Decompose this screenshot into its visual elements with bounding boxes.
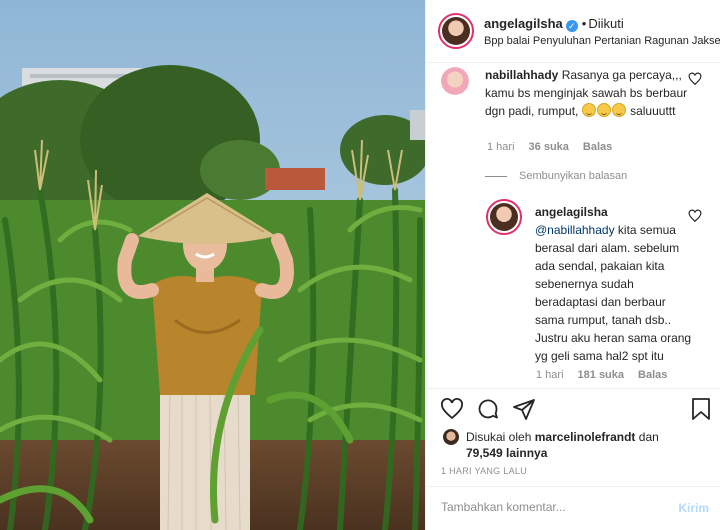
reply-time[interactable]: 1 hari: [536, 369, 564, 381]
post-detail-panel: angelagilsha ✓ • Diikuti Bpp balai Penyuluh…: [425, 0, 720, 530]
comment-body: nabillahhady Rasanya ga percaya,,, kamu …: [485, 66, 690, 120]
reply-like-heart-icon[interactable]: [688, 209, 702, 223]
reply-like-count[interactable]: 181 suka: [578, 369, 624, 381]
heart-icon[interactable]: [440, 397, 464, 421]
verified-badge-icon: ✓: [565, 20, 578, 32]
cornfield-photo: [0, 0, 425, 530]
comment-text-suffix: saluuuttt: [630, 104, 676, 118]
hide-replies-button[interactable]: Sembunyikan balasan: [485, 170, 627, 182]
likes-summary: Disukai oleh marcelinolefrandt dan 79,54…: [466, 429, 706, 461]
reply-mention-link[interactable]: @nabillahhady: [535, 223, 615, 237]
post-photo[interactable]: [0, 0, 425, 530]
post-location[interactable]: Bpp balai Penyuluhan Pertanian Ragunan J…: [484, 35, 720, 47]
smiling-emoji-icon: [581, 103, 596, 117]
post-comment-button[interactable]: Kirim: [678, 501, 709, 515]
comment-icon[interactable]: [476, 397, 500, 421]
separator-dot: •: [581, 16, 587, 31]
post-header: angelagilsha ✓ • Diikuti Bpp balai Penyuluh…: [426, 0, 720, 63]
follow-status-button[interactable]: Diikuti: [588, 16, 623, 31]
comment-input[interactable]: [441, 500, 661, 514]
smiling-emoji-icon: [611, 103, 626, 117]
smiling-emoji-icon: [596, 103, 611, 117]
comment-like-count[interactable]: 36 suka: [529, 141, 569, 153]
commenter-avatar[interactable]: [441, 67, 469, 95]
liker-username[interactable]: marcelinolefrandt: [535, 430, 636, 444]
hide-replies-label: Sembunyikan balasan: [519, 170, 628, 182]
author-avatar[interactable]: [438, 13, 474, 49]
author-username[interactable]: angelagilsha: [484, 16, 563, 31]
likes-others-count[interactable]: 79,549 lainnya: [466, 446, 547, 460]
likes-prefix: Disukai oleh: [466, 430, 532, 444]
reply-author-avatar[interactable]: [486, 199, 522, 235]
comment-like-heart-icon[interactable]: [688, 72, 702, 86]
reply-reply-button[interactable]: Balas: [638, 369, 667, 381]
comment-meta: 1 hari 36 suka Balas: [487, 141, 626, 153]
comments-section[interactable]: nabillahhady Rasanya ga percaya,,, kamu …: [426, 64, 720, 388]
comment-username[interactable]: nabillahhady: [485, 68, 558, 82]
post-date[interactable]: 1 HARI YANG LALU: [441, 466, 527, 476]
reply-button[interactable]: Balas: [583, 141, 612, 153]
comment-box: Kirim: [426, 486, 720, 530]
reply-username[interactable]: angelagilsha: [535, 205, 608, 219]
liker-avatar[interactable]: [443, 429, 459, 445]
post-actions: Disukai oleh marcelinolefrandt dan 79,54…: [426, 388, 720, 530]
likes-connector: dan: [638, 430, 659, 444]
reply-meta: 1 hari 181 suka Balas: [536, 369, 681, 381]
author-line: angelagilsha ✓ • Diikuti: [484, 16, 624, 32]
reply-text: kita semua berasal dari alam. sebelum ad…: [535, 223, 692, 363]
reply-body: angelagilsha @nabillahhady kita semua be…: [535, 203, 695, 365]
bookmark-icon[interactable]: [689, 397, 713, 421]
share-icon[interactable]: [512, 397, 536, 421]
comment-time[interactable]: 1 hari: [487, 141, 515, 153]
hide-replies-line: [485, 175, 507, 177]
